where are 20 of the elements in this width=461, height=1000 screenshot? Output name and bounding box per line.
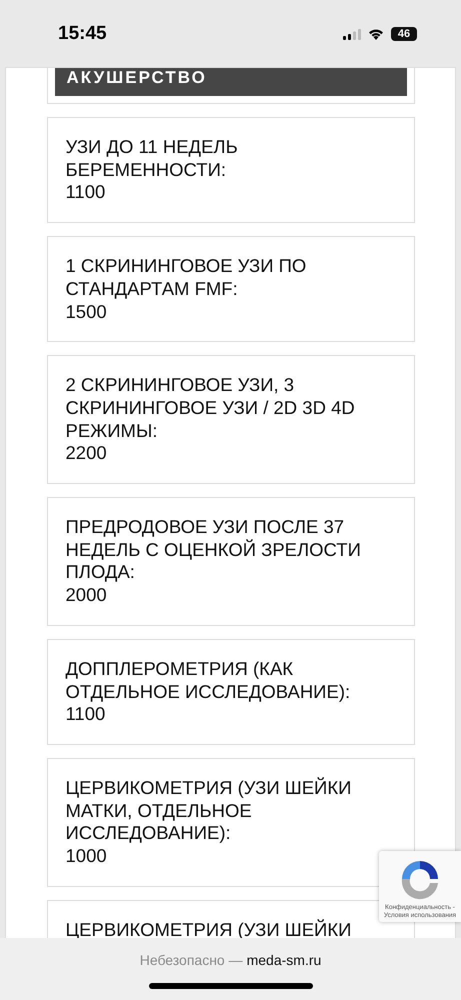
service-price: 1100 xyxy=(66,181,106,204)
service-price: 2000 xyxy=(66,584,108,607)
service-title: 1 СКРИНИНГОВОЕ УЗИ ПО СТАНДАРТАМ FMF: xyxy=(66,255,308,301)
wifi-icon xyxy=(368,28,384,40)
url-domain[interactable]: meda-sm.ru xyxy=(246,952,322,968)
service-price: 1500 xyxy=(66,300,108,324)
service-price: 1100 xyxy=(66,703,106,726)
service-price: 2200 xyxy=(66,442,108,466)
service-title: 2 СКРИНИНГОВОЕ УЗИ, 3 СКРИНИНГОВОЕ УЗИ / 2D 3D 4D РЕЖИМЫ: xyxy=(66,374,356,442)
service-title: ДОППЛЕРОМЕТРИЯ (КАК ОТДЕЛЬНОЕ ИССЛЕДОВАНИЕ): xyxy=(66,658,352,704)
service-price: 1000 xyxy=(66,845,108,868)
clock: 15:45 xyxy=(58,23,107,45)
signal-icon xyxy=(343,28,361,40)
service-title: ЦЕРВИКОМЕТРИЯ (УЗИ ШЕЙКИ xyxy=(66,918,352,942)
service-title: ЦЕРВИКОМЕТРИЯ (УЗИ ШЕЙКИ МАТКИ, ОТДЕЛЬНОЕ ИССЛЕДОВАНИЕ): xyxy=(66,776,352,846)
section-header: АКУШЕРСТВО xyxy=(54,68,406,96)
security-warning: Небезопасно — xyxy=(140,952,243,968)
battery-indicator: 46 xyxy=(391,27,417,41)
service-title: УЗИ ДО 11 НЕДЕЛЬ БЕРЕМЕННОСТИ: xyxy=(66,136,239,182)
service-title: ПРЕДРОДОВОЕ УЗИ ПОСЛЕ 37 НЕДЕЛЬ С ОЦЕНКОЙ ЗРЕЛОСТИ ПЛОДА: xyxy=(66,516,362,584)
